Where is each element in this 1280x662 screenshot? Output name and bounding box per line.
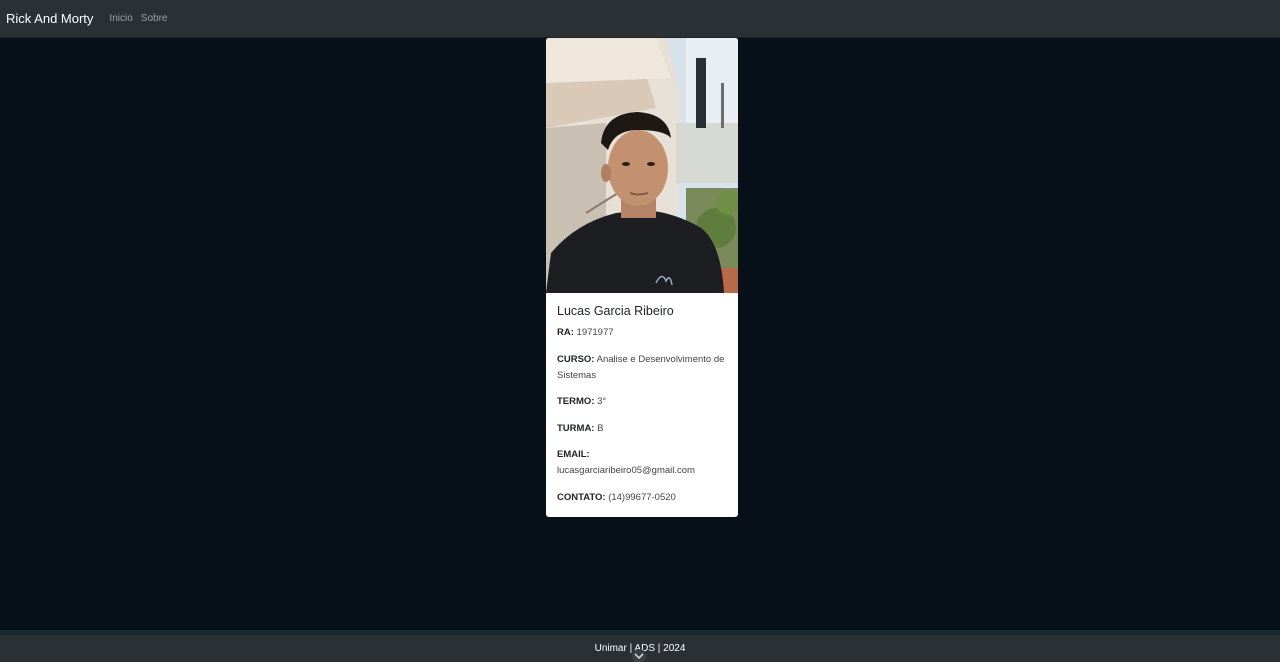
field-curso: CURSO: Analise e Desenvolvimento de Sist… (557, 352, 727, 384)
field-termo-label: TERMO: (557, 396, 595, 407)
profile-card: Lucas Garcia Ribeiro RA: 1971977 CURSO: … (546, 38, 738, 517)
nav-link-sobre[interactable]: Sobre (141, 13, 168, 24)
field-email: EMAIL: lucasgarciaribeiro05@gmail.com (557, 447, 727, 479)
chevron-down-icon[interactable] (632, 649, 646, 662)
field-ra-value: 1971977 (576, 327, 614, 338)
field-turma: TURMA: B (557, 421, 727, 437)
field-termo: TERMO: 3° (557, 394, 727, 410)
field-ra: RA: 1971977 (557, 325, 727, 341)
profile-photo (546, 38, 738, 293)
field-contato-value: (14)99677-0520 (608, 491, 676, 503)
nav-link-inicio[interactable]: Inicio (109, 13, 132, 24)
field-contato: CONTATO: (14)99677-0520 (557, 490, 727, 506)
student-name: Lucas Garcia Ribeiro (557, 304, 674, 318)
page-footer: Unimar | ADS | 2024 (0, 630, 1280, 662)
card-body: Lucas Garcia Ribeiro RA: 1971977 CURSO: … (546, 293, 738, 506)
field-turma-label: TURMA: (557, 422, 595, 434)
field-email-label: EMAIL: (557, 449, 590, 460)
field-curso-label: CURSO: (557, 353, 595, 365)
brand-link[interactable]: Rick And Morty (6, 11, 93, 26)
field-termo-value: 3° (597, 396, 607, 407)
field-turma-value: B (597, 422, 604, 434)
field-email-value: lucasgarciaribeiro05@gmail.com (557, 465, 695, 476)
field-ra-label: RA: (557, 327, 574, 338)
top-navbar: Rick And Morty Inicio Sobre (0, 0, 1280, 38)
field-contato-label: CONTATO: (557, 491, 606, 503)
